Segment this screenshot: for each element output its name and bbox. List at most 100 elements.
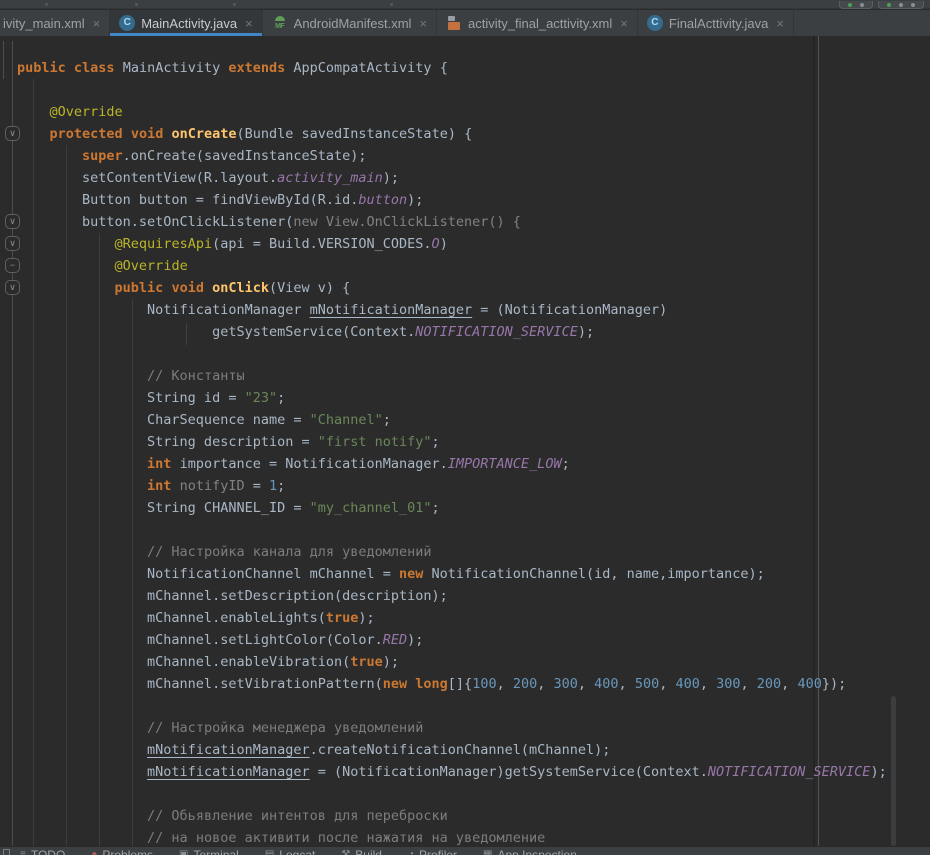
code-line: @RequiresApi(api = Build.VERSION_CODES.O… [0,233,930,255]
code-line: button.setOnClickListener(new View.OnCli… [0,211,930,233]
close-icon[interactable]: × [245,16,253,31]
fold-toggle-icon[interactable]: ∨ [5,126,20,141]
tool-window-bar: ≡ TODO ● Problems ▣ Terminal ▤ Logcat ⚒ Build ◔ Pro… [0,846,930,855]
logcat-icon: ▤ [265,849,274,855]
code-line: mNotificationManager.createNotificationC… [0,739,930,761]
close-icon[interactable]: × [419,16,427,31]
tab-FinalActtivity.java[interactable]: C FinalActtivity.java × [638,10,794,36]
code-line: Button button = findViewById(R.id.button… [0,189,930,211]
layout-xml-icon [446,15,462,31]
code-line: // Настройка канала для уведомлений [0,541,930,563]
code-line: String description = "first notify"; [0,431,930,453]
toolbar-strip [0,0,930,9]
toolwindow-button-todo[interactable]: ≡ TODO [20,849,65,855]
close-icon[interactable]: × [93,16,101,31]
tab-label: ivity_main.xml [3,16,85,31]
editor-tab-bar: ivity_main.xml × C MainActivity.java × MF Andr… [0,10,930,36]
close-icon[interactable]: × [620,16,628,31]
code-line: String id = "23"; [0,387,930,409]
code-line: // Обьявление интентов для переброски [0,805,930,827]
manifest-icon: MF [272,15,288,31]
code-line: public class MainActivity extends AppCom… [0,57,930,79]
code-line [0,695,930,717]
code-line: mNotificationManager = (NotificationMana… [0,761,930,783]
code-line: super.onCreate(savedInstanceState); [0,145,930,167]
toolwindow-label: Logcat [279,849,315,855]
toolbar-icon [45,3,48,6]
code-editor[interactable]: public class MainActivity extends AppCom… [0,36,930,846]
fold-toggle-icon[interactable]: ∨ [5,280,20,295]
app-inspection-icon: ▦ [483,849,492,855]
code-line: mChannel.setDescription(description); [0,585,930,607]
window-icon [3,849,10,855]
code-line: public void onClick(View v) { [0,277,930,299]
profiler-icon: ◔ [408,849,414,855]
code-line [0,79,930,101]
toolwindow-label: Terminal [193,849,238,855]
tab-label: MainActivity.java [141,16,237,31]
toolwindow-button-app-inspection[interactable]: ▦ App Inspection [483,849,577,855]
toolwindow-button-logcat[interactable]: ▤ Logcat [265,849,315,855]
fold-toggle-icon[interactable]: ∨ [5,214,20,229]
android-studio-window: ivity_main.xml × C MainActivity.java × MF Andr… [0,0,930,855]
build-icon: ⚒ [341,849,350,855]
toolbar-icon [233,3,236,6]
terminal-icon: ▣ [179,849,188,855]
code-line: NotificationManager mNotificationManager… [0,299,930,321]
toolbar-icon [390,3,393,6]
code-line: protected void onCreate(Bundle savedInst… [0,123,930,145]
problems-icon: ● [91,849,97,855]
code-line: @Override [0,101,930,123]
toolwindow-label: Build [355,849,382,855]
toolwindow-label: TODO [31,849,65,855]
code-line: @Override [0,255,930,277]
tab-ivity_main.xml[interactable]: ivity_main.xml × [0,10,110,36]
toolwindow-label: App Inspection [498,849,577,855]
profile-icon[interactable] [911,3,915,7]
code-line: String CHANNEL_ID = "my_channel_01"; [0,497,930,519]
code-line: // Константы [0,365,930,387]
debug-run-icon[interactable] [887,3,891,7]
tab-label: FinalActtivity.java [669,16,768,31]
code-line: mChannel.setVibrationPattern(new long[]{… [0,673,930,695]
tab-MainActivity.java[interactable]: C MainActivity.java × [110,10,262,36]
code-line: CharSequence name = "Channel"; [0,409,930,431]
run-controls [839,1,924,9]
code-line: setContentView(R.layout.activity_main); [0,167,930,189]
toolwindow-label: Problems [102,849,153,855]
code-line [0,519,930,541]
toolwindow-button-build[interactable]: ⚒ Build [341,849,382,855]
toolwindow-button-problems[interactable]: ● Problems [91,849,153,855]
run-configuration-group[interactable] [839,1,873,9]
run-icon[interactable] [848,3,852,7]
toolbar-icon [135,3,138,6]
device-icon[interactable] [860,3,864,7]
code-line: NotificationChannel mChannel = new Notif… [0,563,930,585]
code-line: mChannel.setLightColor(Color.RED); [0,629,930,651]
code-line: mChannel.enableVibration(true); [0,651,930,673]
close-icon[interactable]: × [776,16,784,31]
stop-icon[interactable] [899,3,903,7]
code-line [0,343,930,365]
code-text[interactable]: public class MainActivity extends AppCom… [0,57,930,846]
java-class-icon: C [119,15,135,31]
tab-activity_final_acttivity.xml[interactable]: activity_final_acttivity.xml × [437,10,638,36]
code-line: mChannel.enableLights(true); [0,607,930,629]
debug-controls-group[interactable] [878,1,924,9]
code-line: getSystemService(Context.NOTIFICATION_SE… [0,321,930,343]
code-line: int notifyID = 1; [0,475,930,497]
fold-toggle-icon[interactable]: ∨ [5,236,20,251]
code-line: int importance = NotificationManager.IMP… [0,453,930,475]
code-line [0,783,930,805]
tab-label: AndroidManifest.xml [294,16,412,31]
tab-AndroidManifest.xml[interactable]: MF AndroidManifest.xml × [263,10,437,36]
tab-label: activity_final_acttivity.xml [468,16,612,31]
toolwindow-label: Profiler [419,849,457,855]
toolwindow-button-profiler[interactable]: ◔ Profiler [408,849,457,855]
code-line: // Настройка менеджера уведомлений [0,717,930,739]
code-line: // на новое активити после нажатия на ув… [0,827,930,846]
fold-toggle-icon[interactable]: − [5,258,20,273]
java-class-icon: C [647,15,663,31]
toolwindow-button-terminal[interactable]: ▣ Terminal [179,849,239,855]
todo-icon: ≡ [20,849,26,855]
